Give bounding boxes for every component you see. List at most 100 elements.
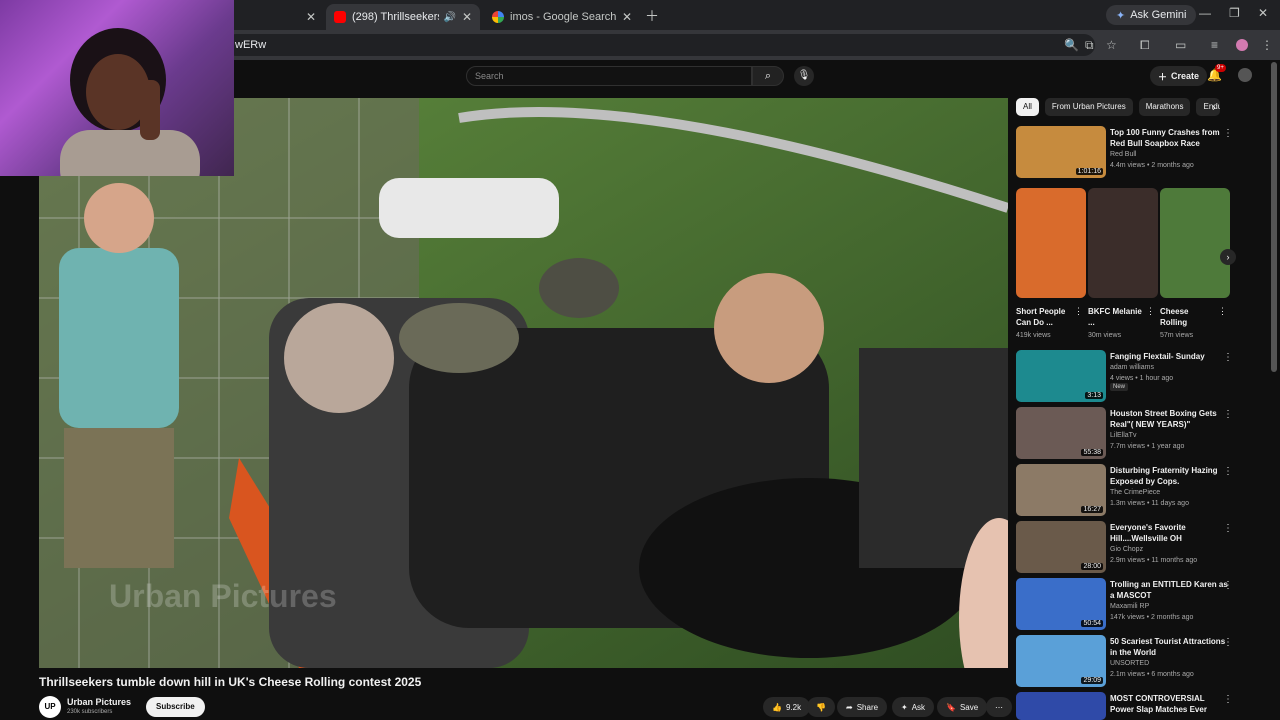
rec-title[interactable]: Fanging Flextail- Sunday	[1110, 351, 1230, 362]
speaker-icon[interactable]: 🔊	[443, 12, 455, 23]
close-icon[interactable]: ✕	[622, 10, 632, 24]
subscribe-button[interactable]: Subscribe	[146, 697, 205, 717]
more-icon[interactable]: ⋮	[1223, 580, 1233, 591]
minimize-icon[interactable]: —	[1199, 6, 1211, 20]
install-icon[interactable]: ⧉	[1085, 38, 1094, 53]
extensions-icon[interactable]: ⧠	[1140, 38, 1150, 53]
short-title[interactable]: Short People Can Do ...	[1016, 306, 1072, 328]
close-icon[interactable]: ✕	[306, 10, 316, 24]
video-player[interactable]: Urban Pictures	[39, 98, 1008, 668]
rec-title[interactable]: Disturbing Fraternity Hazing Exposed by …	[1110, 465, 1230, 487]
rec-meta: 2.1m views • 6 months ago	[1110, 671, 1194, 678]
more-icon[interactable]: ⋮	[1223, 637, 1233, 648]
close-icon[interactable]: ✕	[462, 10, 472, 24]
window-close-icon[interactable]: ✕	[1258, 6, 1268, 20]
short-thumbnail[interactable]	[1160, 188, 1230, 298]
ask-gemini-button[interactable]: ✦ Ask Gemini	[1106, 5, 1197, 25]
tab-partial[interactable]: ✕	[234, 4, 324, 30]
more-icon[interactable]: ⋮	[1223, 466, 1233, 477]
bookmark-star-icon[interactable]: ☆	[1106, 38, 1117, 52]
channel-avatar[interactable]: UP	[39, 696, 61, 718]
short-title[interactable]: BKFC Melanie ...	[1088, 306, 1144, 328]
video-thumbnail[interactable]: 55:38	[1016, 407, 1106, 459]
rec-channel[interactable]: adam williams	[1110, 364, 1154, 371]
rec-channel[interactable]: Maxamili RP	[1110, 603, 1149, 610]
maximize-icon[interactable]: ❐	[1229, 6, 1240, 20]
chevron-right-icon[interactable]: ›	[1212, 102, 1216, 114]
short-thumbnail[interactable]	[1016, 188, 1086, 298]
save-button[interactable]: 🔖 Save	[937, 697, 988, 717]
cast-icon[interactable]: ▭	[1175, 38, 1186, 52]
video-thumbnail[interactable]: 16:27	[1016, 464, 1106, 516]
rec-meta: 2.9m views • 11 months ago	[1110, 557, 1198, 564]
list-item[interactable]: 28:00 Everyone's Favorite Hill....Wellsv…	[1016, 521, 1256, 575]
more-actions-button[interactable]: ⋯	[986, 697, 1012, 717]
short-views: 57m views	[1160, 332, 1194, 339]
chip-all[interactable]: All	[1016, 98, 1039, 116]
more-icon[interactable]: ⋮	[1074, 306, 1083, 317]
rec-channel[interactable]: LilEllaTv	[1110, 432, 1136, 439]
list-item[interactable]: 50:54 Trolling an ENTITLED Karen as a MA…	[1016, 578, 1256, 632]
new-tab-icon[interactable]: ＋	[645, 6, 659, 26]
account-avatar[interactable]	[1238, 68, 1252, 82]
list-item[interactable]: 3:13 Fanging Flextail- Sunday adam willi…	[1016, 350, 1256, 404]
rec-title[interactable]: Houston Street Boxing Gets Real"( NEW YE…	[1110, 408, 1230, 430]
shorts-next-button[interactable]: ›	[1220, 249, 1236, 265]
voice-search-button[interactable]: 🎙	[794, 66, 814, 86]
video-thumbnail[interactable]: 50:54	[1016, 578, 1106, 630]
rec-title[interactable]: Top 100 Funny Crashes from Red Bull Soap…	[1110, 127, 1230, 149]
list-item[interactable]: 16:27 Disturbing Fraternity Hazing Expos…	[1016, 464, 1256, 518]
more-icon[interactable]: ⋮	[1223, 523, 1233, 534]
chip-endurance[interactable]: Endu	[1196, 98, 1221, 116]
zoom-icon[interactable]: 🔍	[1064, 38, 1079, 52]
rec-title[interactable]: Trolling an ENTITLED Karen as a MASCOT	[1110, 579, 1230, 601]
ask-button[interactable]: ✦ Ask	[892, 697, 935, 717]
rec-meta: 7.7m views • 1 year ago	[1110, 443, 1185, 450]
menu-kebab-icon[interactable]: ⋮	[1261, 38, 1273, 52]
channel-name[interactable]: Urban Pictures	[67, 697, 131, 707]
video-thumbnail[interactable]: 28:00	[1016, 521, 1106, 573]
more-icon[interactable]: ⋮	[1223, 694, 1233, 705]
like-button[interactable]: 👍 9.2k	[763, 697, 811, 717]
more-icon[interactable]: ⋮	[1146, 306, 1155, 317]
rec-channel[interactable]: The CrimePiece	[1110, 489, 1160, 496]
rec-title[interactable]: MOST CONTROVERSIAL Power Slap Matches Ev…	[1110, 693, 1230, 715]
tab-youtube-video[interactable]: (298) Thrillseekers tumble d 🔊 ✕	[326, 4, 480, 30]
dislike-button[interactable]: 👎	[807, 697, 835, 717]
media-controls-icon[interactable]: ≡	[1211, 38, 1218, 52]
filter-chips: All From Urban Pictures Marathons Endu	[1016, 98, 1221, 118]
more-icon[interactable]: ⋮	[1223, 352, 1233, 363]
video-thumbnail[interactable]: 29:09	[1016, 635, 1106, 687]
create-button[interactable]: ＋ Create	[1150, 66, 1208, 86]
new-badge: New	[1110, 383, 1129, 391]
sparkle-icon: ✦	[901, 702, 908, 712]
channel-watermark: Urban Pictures	[109, 578, 337, 614]
rec-title[interactable]: Everyone's Favorite Hill....Wellsville O…	[1110, 522, 1230, 544]
list-item[interactable]: MOST CONTROVERSIAL Power Slap Matches Ev…	[1016, 692, 1256, 720]
rec-channel[interactable]: UNSORTED	[1110, 660, 1149, 667]
address-bar[interactable]: wERw	[225, 34, 1095, 56]
profile-avatar-icon[interactable]	[1236, 39, 1248, 51]
rec-title[interactable]: 50 Scariest Tourist Attractions in the W…	[1110, 636, 1230, 658]
list-item[interactable]: 55:38 Houston Street Boxing Gets Real"( …	[1016, 407, 1256, 461]
page-scrollbar[interactable]	[1271, 62, 1277, 372]
tab-google-search[interactable]: imos - Google Search ✕	[484, 4, 640, 30]
list-item[interactable]: 1:01:16 Top 100 Funny Crashes from Red B…	[1016, 126, 1256, 180]
video-thumbnail[interactable]: 1:01:16	[1016, 126, 1106, 178]
ask-label: Ask	[911, 702, 926, 712]
rec-channel[interactable]: Red Bull	[1110, 151, 1136, 158]
chip-from-channel[interactable]: From Urban Pictures	[1044, 98, 1133, 116]
more-icon[interactable]: ⋮	[1218, 306, 1227, 317]
list-item[interactable]: 29:09 50 Scariest Tourist Attractions in…	[1016, 635, 1256, 689]
search-button[interactable]: ⌕	[752, 66, 784, 86]
short-title[interactable]: Cheese Rolling	[1160, 306, 1216, 328]
short-thumbnail[interactable]	[1088, 188, 1158, 298]
video-thumbnail[interactable]	[1016, 692, 1106, 720]
search-input[interactable]: Search	[466, 66, 752, 86]
more-icon[interactable]: ⋮	[1223, 409, 1233, 420]
video-thumbnail[interactable]: 3:13	[1016, 350, 1106, 402]
share-button[interactable]: ➦ Share	[837, 697, 888, 717]
chip-marathons[interactable]: Marathons	[1138, 98, 1191, 116]
more-icon[interactable]: ⋮	[1223, 128, 1233, 139]
rec-channel[interactable]: Gio Chopz	[1110, 546, 1143, 553]
